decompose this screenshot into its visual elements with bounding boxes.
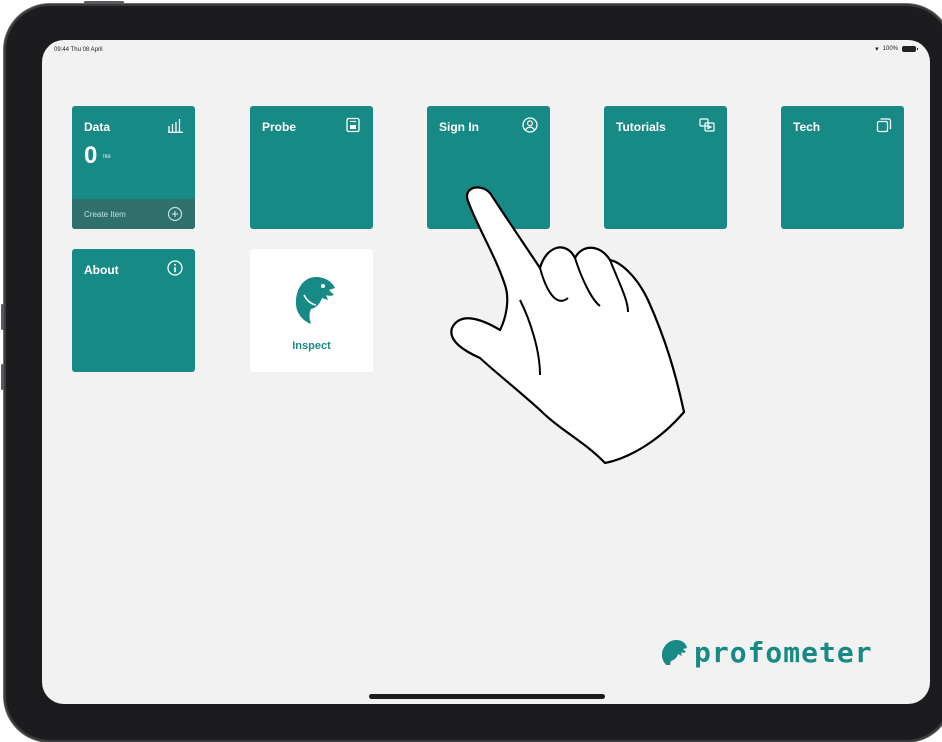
tile-sign-in-label: Sign In: [439, 120, 479, 134]
inspect-label: Inspect: [292, 340, 331, 352]
tile-tutorials-label: Tutorials: [616, 120, 666, 134]
data-unit: file: [103, 154, 111, 160]
tutorials-icon: [699, 117, 715, 133]
wifi-icon: ▾: [875, 46, 879, 53]
create-item-button[interactable]: Create Item: [72, 199, 195, 229]
tile-about[interactable]: About: [72, 249, 195, 372]
create-item-label: Create Item: [84, 210, 126, 219]
tech-icon: [876, 117, 892, 133]
user-circle-icon: [522, 117, 538, 133]
tile-tech[interactable]: Tech: [781, 106, 904, 229]
tile-probe[interactable]: Probe: [250, 106, 373, 229]
tablet-frame: 09:44 Thu 08 April ▾ 100% Data 0 file Cr…: [1, 1, 942, 742]
power-button: [84, 1, 124, 4]
home-indicator[interactable]: [369, 694, 605, 699]
tile-data[interactable]: Data 0 file Create Item: [72, 106, 195, 229]
volume-button: [1, 304, 4, 330]
add-icon: [167, 206, 183, 222]
tile-probe-label: Probe: [262, 120, 297, 134]
status-time: 09:44 Thu 08 April: [54, 47, 103, 53]
brand-icon: [661, 639, 688, 668]
bar-chart-icon: [167, 117, 183, 133]
tile-inspect[interactable]: Inspect: [250, 249, 373, 372]
battery-icon: [902, 46, 918, 52]
tile-sign-in[interactable]: Sign In: [427, 106, 550, 229]
status-bar: 09:44 Thu 08 April ▾ 100%: [42, 40, 930, 58]
tile-about-label: About: [84, 263, 119, 277]
eagle-logo-icon: [290, 273, 338, 329]
data-count: 0: [84, 142, 98, 169]
screen: 09:44 Thu 08 April ▾ 100% Data 0 file Cr…: [42, 40, 930, 704]
tile-tech-label: Tech: [793, 120, 821, 134]
info-icon: [167, 260, 183, 276]
tile-data-label: Data: [84, 120, 111, 134]
brand-logo: profometer: [661, 634, 873, 670]
volume-button-2: [1, 364, 4, 390]
probe-icon: [345, 117, 361, 133]
tile-tutorials[interactable]: Tutorials: [604, 106, 727, 229]
battery-percent: 100%: [882, 46, 898, 52]
brand-name: profometer: [694, 635, 873, 669]
